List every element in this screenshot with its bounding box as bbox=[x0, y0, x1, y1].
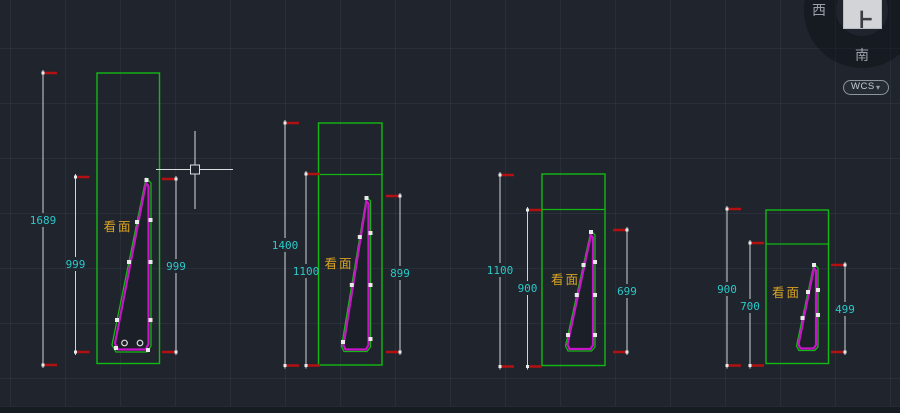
drawing-geometry: 看面 1689 999 bbox=[0, 0, 900, 413]
viewcube-south-face[interactable]: 南 bbox=[855, 48, 869, 62]
dimension-value[interactable]: 999 bbox=[66, 258, 86, 271]
dimension-inner-right[interactable]: 899 bbox=[386, 193, 410, 355]
face-label[interactable]: 看面 bbox=[103, 220, 132, 234]
dimension-inner-right[interactable]: 999 bbox=[162, 176, 186, 355]
dimension-inner-right[interactable]: 699 bbox=[613, 227, 637, 355]
face-label[interactable]: 看面 bbox=[551, 273, 580, 287]
viewport-bottom-edge bbox=[0, 406, 900, 413]
dimension-value[interactable]: 900 bbox=[518, 282, 538, 295]
dimension-total[interactable]: 1689 bbox=[30, 70, 57, 368]
cad-drawing-canvas[interactable]: 看面 1689 999 bbox=[0, 0, 900, 413]
dimension-inner-left[interactable]: 900 bbox=[518, 207, 542, 370]
panel-drawing-2[interactable]: 看面 1400 1100 bbox=[272, 120, 410, 369]
wcs-label: WCS bbox=[851, 81, 875, 92]
dimension-total[interactable]: 1100 bbox=[487, 172, 514, 370]
dimension-inner-left[interactable]: 700 bbox=[740, 240, 764, 369]
dimension-inner-left[interactable]: 999 bbox=[66, 174, 90, 355]
dimension-value[interactable]: 699 bbox=[617, 285, 637, 298]
dimension-value[interactable]: 1100 bbox=[293, 265, 320, 278]
dimension-total[interactable]: 900 bbox=[717, 206, 741, 369]
pickbox bbox=[191, 165, 200, 174]
chevron-down-icon: ▾ bbox=[876, 84, 885, 91]
panel-drawing-4[interactable]: 看面 900 700 bbox=[717, 206, 855, 369]
dimension-value[interactable]: 1400 bbox=[272, 239, 299, 252]
panel-drawing-1[interactable]: 看面 1689 999 bbox=[30, 70, 186, 368]
bolt-hole[interactable] bbox=[122, 340, 128, 346]
crosshair-cursor bbox=[156, 131, 233, 209]
viewcube-top-face[interactable]: 上 bbox=[843, 0, 882, 29]
wcs-dropdown-button[interactable]: WCS ▾ bbox=[843, 80, 889, 95]
face-label[interactable]: 看面 bbox=[324, 257, 353, 271]
bolt-hole[interactable] bbox=[137, 340, 143, 346]
dimension-inner-left[interactable]: 1100 bbox=[293, 171, 320, 369]
dimension-value[interactable]: 1100 bbox=[487, 264, 514, 277]
dimension-value[interactable]: 900 bbox=[717, 283, 737, 296]
dimension-value[interactable]: 1689 bbox=[30, 214, 57, 227]
panel-drawing-3[interactable]: 看面 1100 900 bbox=[487, 172, 637, 370]
face-label[interactable]: 看面 bbox=[772, 286, 801, 300]
dimension-value[interactable]: 499 bbox=[835, 303, 855, 316]
viewcube-west-face[interactable]: 西 bbox=[812, 3, 826, 17]
dimension-value[interactable]: 700 bbox=[740, 300, 760, 313]
dimension-value[interactable]: 899 bbox=[390, 267, 410, 280]
dimension-inner-right[interactable]: 499 bbox=[831, 262, 855, 355]
dimension-total[interactable]: 1400 bbox=[272, 120, 299, 369]
dimension-value[interactable]: 999 bbox=[166, 260, 186, 273]
